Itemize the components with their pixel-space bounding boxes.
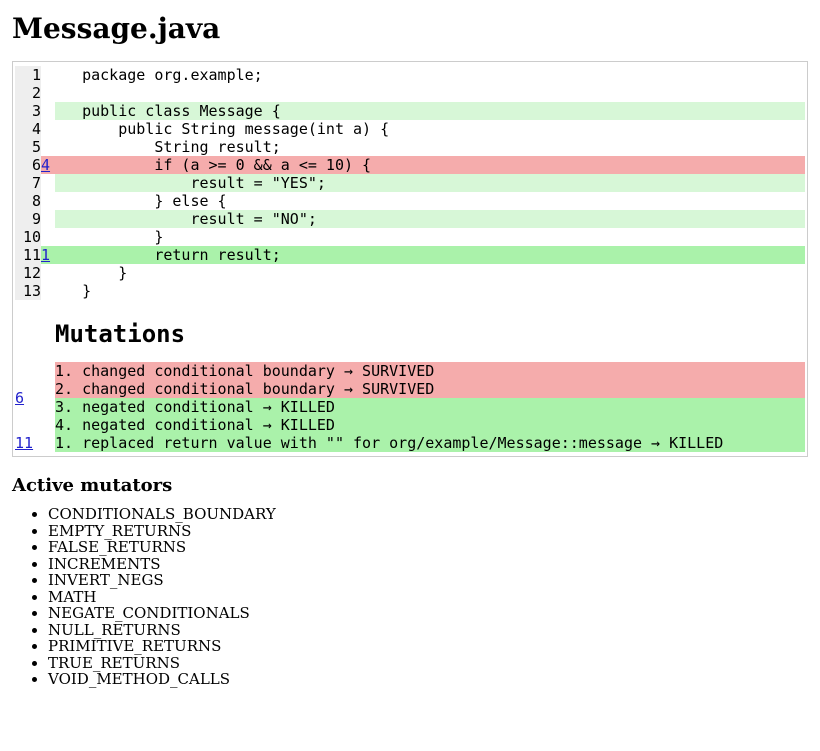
mutator-item: PRIMITIVE_RETURNS [48,638,808,655]
mutation-group-row: 6 1. changed conditional boundary → SURVI… [15,362,805,434]
mutation-count-cell: 4 [41,156,55,174]
code-row: 10 } [15,228,805,246]
code-cell: result = "NO"; [55,210,805,228]
code-cell [55,84,805,102]
mutator-item: TRUE_RETURNS [48,655,808,672]
mutation-count-link[interactable]: 1 [41,246,50,264]
source-code-table: 1 package org.example;2 3 public class M… [15,66,805,300]
mutation-count-cell [41,120,55,138]
code-cell: String result; [55,138,805,156]
code-cell: public String message(int a) { [55,120,805,138]
mutation-result: 1. changed conditional boundary → SURVIV… [55,362,805,380]
mutation-line-cell: 11 [15,434,55,452]
mutator-item: MATH [48,589,808,606]
mutation-line-cell: 6 [15,362,55,434]
mutation-line-link[interactable]: 6 [15,389,24,407]
code-row: 64 if (a >= 0 && a <= 10) { [15,156,805,174]
code-row: 2 [15,84,805,102]
line-number: 8 [15,192,41,210]
mutation-result: 1. replaced return value with "" for org… [55,434,805,452]
mutation-group-row: 11 1. replaced return value with "" for o… [15,434,805,452]
code-row: 1 package org.example; [15,66,805,84]
line-number: 9 [15,210,41,228]
mutation-line-link[interactable]: 11 [15,434,33,452]
line-number: 4 [15,120,41,138]
code-row: 111 return result; [15,246,805,264]
code-row: 9 result = "NO"; [15,210,805,228]
line-number: 13 [15,282,41,300]
code-cell: } [55,264,805,282]
line-number: 3 [15,102,41,120]
mutation-count-cell [41,84,55,102]
code-cell: return result; [55,246,805,264]
mutations-table: 6 1. changed conditional boundary → SURVI… [15,362,805,452]
line-number: 10 [15,228,41,246]
report-box: 1 package org.example;2 3 public class M… [12,61,808,457]
mutation-result: 3. negated conditional → KILLED [55,398,805,416]
active-mutators-list: CONDITIONALS_BOUNDARYEMPTY_RETURNSFALSE_… [12,506,808,688]
mutation-count-cell [41,174,55,192]
mutator-item: NULL_RETURNS [48,622,808,639]
mutator-item: VOID_METHOD_CALLS [48,671,808,688]
mutation-details-cell: 1. changed conditional boundary → SURVIV… [55,362,805,434]
line-number: 1 [15,66,41,84]
code-row: 4 public String message(int a) { [15,120,805,138]
mutation-count-cell: 1 [41,246,55,264]
code-row: 13 } [15,282,805,300]
mutator-item: INVERT_NEGS [48,572,808,589]
mutator-item: NEGATE_CONDITIONALS [48,605,808,622]
mutation-result: 4. negated conditional → KILLED [55,416,805,434]
active-mutators-heading: Active mutators [12,475,808,496]
mutation-count-cell [41,192,55,210]
line-number: 7 [15,174,41,192]
mutation-count-cell [41,102,55,120]
code-row: 3 public class Message { [15,102,805,120]
mutator-item: CONDITIONALS_BOUNDARY [48,506,808,523]
code-row: 8 } else { [15,192,805,210]
code-cell: } [55,282,805,300]
mutation-count-cell [41,210,55,228]
code-row: 5 String result; [15,138,805,156]
line-number: 5 [15,138,41,156]
mutator-item: FALSE_RETURNS [48,539,808,556]
code-cell: public class Message { [55,102,805,120]
code-cell: result = "YES"; [55,174,805,192]
code-cell: package org.example; [55,66,805,84]
mutation-count-cell [41,228,55,246]
mutation-count-cell [41,138,55,156]
code-cell: } [55,228,805,246]
mutation-result: 2. changed conditional boundary → SURVIV… [55,380,805,398]
mutation-details-cell: 1. replaced return value with "" for org… [55,434,805,452]
mutations-heading: Mutations [55,320,805,348]
code-cell: } else { [55,192,805,210]
mutation-count-link[interactable]: 4 [41,156,50,174]
line-number: 6 [15,156,41,174]
code-row: 7 result = "YES"; [15,174,805,192]
mutation-count-cell [41,66,55,84]
line-number: 11 [15,246,41,264]
mutation-count-cell [41,264,55,282]
page-title: Message.java [12,12,808,45]
code-row: 12 } [15,264,805,282]
mutator-item: INCREMENTS [48,556,808,573]
line-number: 2 [15,84,41,102]
line-number: 12 [15,264,41,282]
mutation-count-cell [41,282,55,300]
mutator-item: EMPTY_RETURNS [48,523,808,540]
code-cell: if (a >= 0 && a <= 10) { [55,156,805,174]
